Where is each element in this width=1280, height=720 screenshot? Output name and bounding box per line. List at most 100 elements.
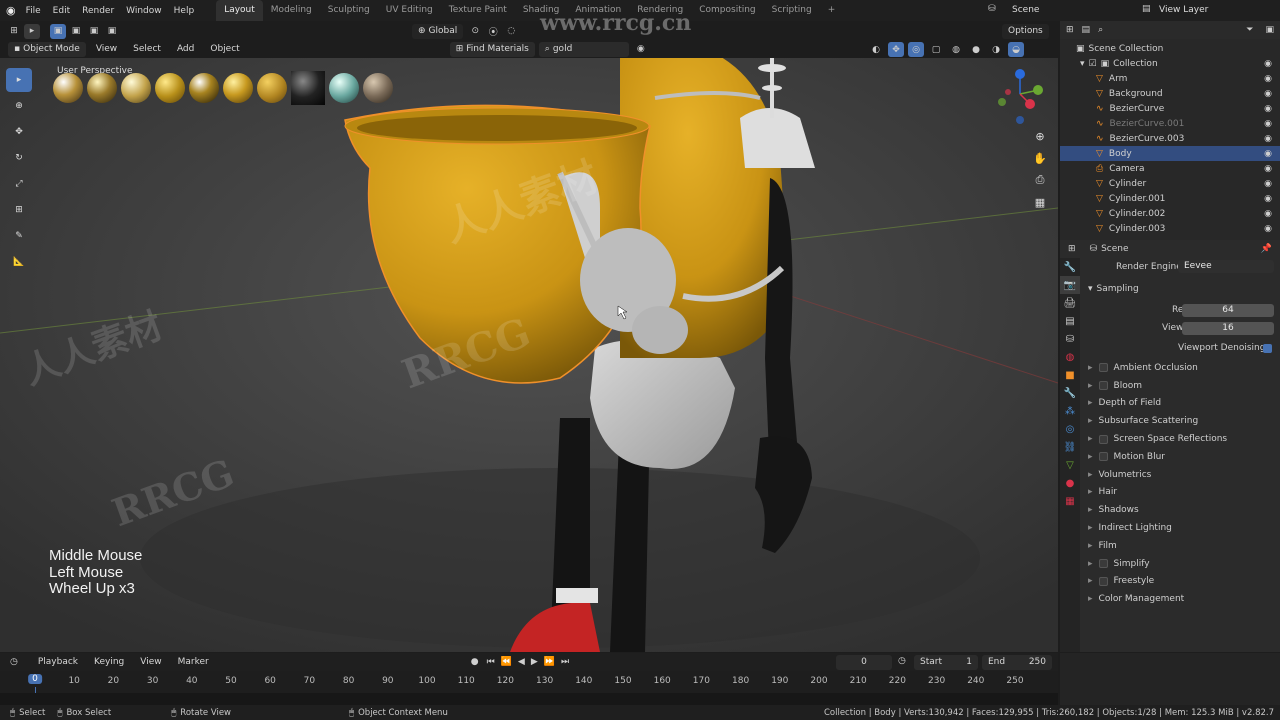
record-icon[interactable]: ● <box>471 657 479 667</box>
gizmo-toggle-icon[interactable]: ✥ <box>888 42 904 57</box>
world-tab-icon[interactable]: ◍ <box>1060 348 1080 366</box>
outliner-item[interactable]: ▽ Cylinder.002 ◉ <box>1060 206 1280 221</box>
move-tool-icon[interactable]: ✥ <box>6 120 32 144</box>
material-preview-5[interactable] <box>189 73 219 103</box>
filter-icon[interactable]: ⏷ <box>1246 25 1253 35</box>
marker-menu[interactable]: Marker <box>172 655 215 670</box>
view-menu[interactable]: View <box>90 42 123 57</box>
overlay-toggle-icon[interactable]: ◎ <box>908 42 924 57</box>
render-tab-icon[interactable]: 📷 <box>1060 276 1080 294</box>
current-frame-field[interactable]: 0 <box>836 655 892 670</box>
eye-icon[interactable]: ◉ <box>1264 74 1272 84</box>
3d-viewport[interactable] <box>0 58 1058 652</box>
eye-icon[interactable]: ◉ <box>1264 149 1272 159</box>
clock-icon[interactable]: ◷ <box>898 656 906 666</box>
menu-window[interactable]: Window <box>120 6 168 16</box>
tab-uv-editing[interactable]: UV Editing <box>378 0 441 21</box>
object-mode-dropdown[interactable]: ▪ Object Mode <box>8 41 86 57</box>
select-mode-extend-icon[interactable]: ▣ <box>68 24 84 39</box>
outliner-item[interactable]: ∿ BezierCurve.001 ◉ <box>1060 116 1280 131</box>
pivot-icon[interactable]: ⊙ <box>467 24 483 39</box>
modifier-tab-icon[interactable]: 🔧 <box>1060 384 1080 402</box>
outliner-item[interactable]: ▽ Arm ◉ <box>1060 71 1280 86</box>
timeline-ruler[interactable]: 0 10 20 30 40 50 60 70 80 90 100 110 120 130 140 150 160… <box>0 671 1058 693</box>
tab-compositing[interactable]: Compositing <box>691 0 763 21</box>
timeline-track[interactable] <box>0 693 1058 705</box>
panel-header[interactable]: ▸ Indirect Lighting <box>1082 519 1280 537</box>
outliner-editor-icon[interactable]: ⊞ <box>1066 25 1074 35</box>
constraints-tab-icon[interactable]: ⛓ <box>1060 438 1080 456</box>
xray-icon[interactable]: ▢ <box>928 42 944 57</box>
tab-modeling[interactable]: Modeling <box>263 0 320 21</box>
keying-menu[interactable]: Keying <box>88 655 130 670</box>
outliner-item[interactable]: ▽ Background ◉ <box>1060 86 1280 101</box>
material-shading-icon[interactable]: ◑ <box>988 42 1004 57</box>
material-tab-icon[interactable]: ● <box>1060 474 1080 492</box>
panel-header[interactable]: ▸ Shadows <box>1082 501 1280 519</box>
editor-type-icon[interactable]: ⊞ <box>6 24 22 39</box>
rotate-tool-icon[interactable]: ↻ <box>6 146 32 170</box>
panel-header[interactable]: ▸ Subsurface Scattering <box>1082 412 1280 430</box>
panel-checkbox[interactable] <box>1098 381 1108 391</box>
data-tab-icon[interactable]: ▽ <box>1060 456 1080 474</box>
render-samples-field[interactable]: 64 <box>1182 303 1274 317</box>
new-collection-icon[interactable]: ▣ <box>1265 25 1274 35</box>
outliner-item[interactable]: ▽ Cylinder.001 ◉ <box>1060 191 1280 206</box>
object-tab-icon[interactable]: ■ <box>1060 366 1080 384</box>
menu-edit[interactable]: Edit <box>47 6 76 16</box>
transform-orientation-dropdown[interactable]: ⊕ Global <box>412 23 464 39</box>
panel-checkbox[interactable] <box>1098 576 1108 586</box>
snap-icon[interactable]: ⦿ <box>485 24 501 39</box>
particles-tab-icon[interactable]: ⁂ <box>1060 402 1080 420</box>
panel-header[interactable]: ▸ Freestyle <box>1082 573 1280 591</box>
panel-header[interactable]: ▸ Bloom <box>1082 377 1280 395</box>
select-box-tool-icon[interactable]: ▸ <box>6 68 32 92</box>
panel-header[interactable]: ▸ Simplify <box>1082 555 1280 573</box>
scene-icon[interactable]: ⛁ <box>988 4 996 14</box>
outliner-item[interactable]: ∿ BezierCurve ◉ <box>1060 101 1280 116</box>
eye-icon[interactable]: ◉ <box>1264 164 1272 174</box>
visibility-icon[interactable]: ◐ <box>868 42 884 57</box>
playback-menu[interactable]: Playback <box>32 655 84 670</box>
eye-icon[interactable]: ◉ <box>1264 89 1272 99</box>
blender-logo-icon[interactable]: ◉ <box>6 4 16 17</box>
select-tool-icon[interactable]: ▸ <box>24 23 40 39</box>
jump-key-back-icon[interactable]: ⏪ <box>501 657 512 667</box>
tab-animation[interactable]: Animation <box>567 0 629 21</box>
measure-tool-icon[interactable]: 📐 <box>6 250 32 274</box>
material-preview-2[interactable] <box>87 73 117 103</box>
scene-name[interactable]: Scene <box>1012 5 1039 15</box>
material-search-input[interactable]: ⌕ gold <box>538 41 629 57</box>
menu-help[interactable]: Help <box>168 6 201 16</box>
jump-key-forward-icon[interactable]: ⏩ <box>544 657 555 667</box>
material-preview-8[interactable] <box>291 71 325 105</box>
play-icon[interactable]: ▶ <box>531 657 538 667</box>
render-engine-dropdown[interactable]: Eevee <box>1178 260 1274 274</box>
scale-tool-icon[interactable]: ⤢ <box>6 172 32 196</box>
outliner-item[interactable]: ▽ Body ◉ <box>1060 146 1280 161</box>
material-preview-7[interactable] <box>257 73 287 103</box>
view-layer-name[interactable]: View Layer <box>1159 5 1208 15</box>
cursor-tool-icon[interactable]: ⊕ <box>6 94 32 118</box>
menu-file[interactable]: File <box>20 6 47 16</box>
pin-icon[interactable]: 📌 <box>1261 244 1272 254</box>
panel-header[interactable]: ▸ Ambient Occlusion <box>1082 359 1280 377</box>
output-tab-icon[interactable]: 🖨 <box>1060 294 1080 312</box>
panel-header[interactable]: ▸ Screen Space Reflections <box>1082 430 1280 448</box>
outliner-item[interactable]: ∿ BezierCurve.003 ◉ <box>1060 131 1280 146</box>
eye-icon[interactable]: ◉ <box>1264 224 1272 234</box>
tab-texture-paint[interactable]: Texture Paint <box>441 0 515 21</box>
tab-scripting[interactable]: Scripting <box>764 0 820 21</box>
visibility-eye-icon[interactable]: ◉ <box>633 42 649 57</box>
eye-icon[interactable]: ◉ <box>1264 104 1272 114</box>
texture-tab-icon[interactable]: ▦ <box>1060 492 1080 510</box>
sampling-header[interactable]: ▾ Sampling <box>1082 280 1280 298</box>
ortho-grid-icon[interactable]: ▦ <box>1032 194 1048 210</box>
material-preview-3[interactable] <box>121 73 151 103</box>
panel-header[interactable]: ▸ Film <box>1082 537 1280 555</box>
expand-icon[interactable]: ▾ <box>1080 59 1085 69</box>
eye-icon[interactable]: ◉ <box>1264 134 1272 144</box>
scene-tab-icon[interactable]: ⛁ <box>1060 330 1080 348</box>
outliner-scene-collection[interactable]: ▣ Scene Collection <box>1060 41 1280 56</box>
tool-tab-icon[interactable]: 🔧 <box>1060 258 1080 276</box>
